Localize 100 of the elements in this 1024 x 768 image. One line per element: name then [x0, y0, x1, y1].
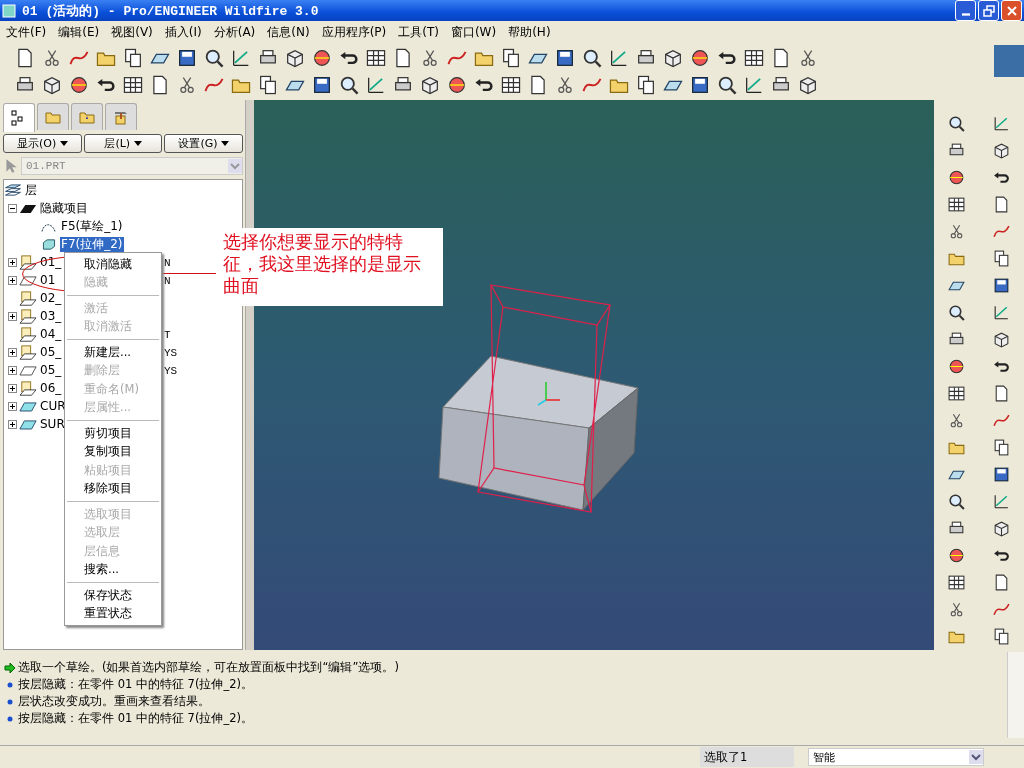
menu-item[interactable]: 窗口(W)	[450, 23, 497, 41]
minimize-icon	[961, 13, 970, 16]
magnifier-icon[interactable]	[947, 113, 966, 133]
expand-icon[interactable]	[8, 366, 17, 376]
cube-icon[interactable]	[662, 47, 684, 70]
cube-icon[interactable]	[992, 518, 1011, 538]
menu-item[interactable]: 新建层...	[65, 342, 161, 362]
tree-item[interactable]: F7(拉伸_2)	[60, 237, 124, 253]
axes-drawing	[537, 381, 561, 406]
menu-item[interactable]: 重置状态	[65, 604, 161, 623]
tree-item[interactable]: SUR	[39, 417, 66, 433]
layer-icon	[19, 254, 37, 271]
tree-item[interactable]: 03_	[39, 309, 63, 325]
expand-icon[interactable]	[8, 348, 17, 358]
tree-item-text: N	[164, 274, 171, 287]
scroll-bar[interactable]	[1007, 651, 1024, 738]
cube-icon[interactable]	[992, 140, 1011, 160]
expand-icon[interactable]	[8, 312, 17, 322]
dropdown-button[interactable]: 层(L)	[83, 133, 163, 153]
menu-item[interactable]: 帮助(H)	[508, 23, 551, 41]
navigator-tab[interactable]	[105, 102, 137, 130]
copy-icon[interactable]	[500, 47, 522, 70]
expand-icon[interactable]	[8, 258, 17, 268]
tree-item[interactable]: 01_	[39, 255, 63, 271]
copy-icon[interactable]	[992, 248, 1011, 268]
tree-item[interactable]: 06_	[39, 381, 63, 397]
magnifier-icon[interactable]	[947, 302, 966, 322]
menu-item[interactable]: 工具(T)	[398, 23, 439, 41]
collapse-icon[interactable]	[8, 204, 17, 214]
cube-icon[interactable]	[41, 74, 63, 97]
menu-item[interactable]: 分析(A)	[213, 23, 256, 41]
restore-icon	[982, 4, 995, 17]
menu-item[interactable]: 移除项目	[65, 479, 161, 498]
expand-icon[interactable]	[8, 402, 17, 412]
cube-icon[interactable]	[419, 74, 441, 97]
tree-item[interactable]: 02_	[39, 291, 63, 307]
expand-icon[interactable]	[8, 420, 17, 430]
window-title: 01 (活动的) - Pro/ENGINEER Wildfire 3.0	[22, 2, 320, 20]
chevron-down-icon	[228, 158, 242, 173]
cube-icon[interactable]	[284, 47, 306, 70]
copy-icon[interactable]	[257, 74, 279, 97]
tree-item-text: YS	[164, 346, 178, 359]
surface-icon	[19, 418, 37, 432]
chevron-down-icon	[969, 750, 983, 765]
tree-item[interactable]: 04_	[39, 327, 63, 343]
tree-item[interactable]: 01	[39, 273, 57, 289]
caret-icon	[221, 141, 229, 147]
restore-button[interactable]	[978, 0, 999, 21]
close-button[interactable]	[1001, 0, 1022, 21]
annotation-arc	[22, 255, 64, 293]
layers-icon	[4, 184, 22, 198]
dropdown-button[interactable]: 显示(O)	[3, 133, 82, 153]
expand-icon[interactable]	[8, 276, 17, 286]
copy-icon[interactable]	[635, 74, 657, 97]
tree-item[interactable]: 隐藏项目	[39, 201, 89, 217]
app-icon	[2, 3, 16, 18]
minimize-button[interactable]	[955, 0, 976, 21]
menu-item[interactable]: 文件(F)	[6, 23, 47, 41]
magnifier-icon[interactable]	[338, 74, 360, 97]
menu-item[interactable]: 编辑(E)	[58, 23, 100, 41]
layer-icon	[19, 290, 37, 307]
extrude-icon	[40, 238, 58, 252]
menu-item[interactable]: 信息(N)	[267, 23, 310, 41]
menu-item[interactable]: 剪切项目	[65, 423, 161, 443]
menu-item[interactable]: 插入(I)	[164, 23, 202, 41]
magnifier-icon[interactable]	[947, 491, 966, 511]
layer-icon	[19, 380, 37, 397]
copy-icon[interactable]	[992, 626, 1011, 646]
magnifier-icon[interactable]	[716, 74, 738, 97]
surface-icon	[19, 400, 37, 414]
layer-icon	[19, 308, 37, 325]
tree-item[interactable]: 层	[24, 183, 38, 199]
copy-icon[interactable]	[122, 47, 144, 70]
caret-icon	[59, 141, 68, 147]
menu-item[interactable]: 取消隐藏	[65, 254, 161, 274]
hidden-layer-icon	[19, 202, 37, 216]
tree-item[interactable]: 05_	[39, 363, 63, 379]
cube-icon[interactable]	[797, 74, 819, 97]
magnifier-icon[interactable]	[203, 47, 225, 70]
menu-item[interactable]: 复制项目	[65, 442, 161, 461]
navigator-tab[interactable]	[3, 102, 35, 132]
menu-item[interactable]: 搜索...	[65, 560, 161, 579]
dropdown-button[interactable]: 设置(G)	[164, 133, 243, 153]
expand-icon[interactable]	[8, 384, 17, 394]
selection-count: 选取了1	[700, 747, 794, 768]
cube-icon[interactable]	[992, 329, 1011, 349]
menu-item[interactable]: 视图(V)	[111, 23, 153, 41]
menu-item[interactable]: 保存状态	[65, 585, 161, 605]
tree-item-text: N	[164, 256, 171, 269]
caret-icon	[133, 141, 142, 147]
plane-icon	[19, 274, 37, 288]
message-text: 层状态改变成功。重画来查看结果。	[18, 694, 210, 710]
copy-icon[interactable]	[992, 437, 1011, 457]
tree-item[interactable]: 05_	[39, 345, 63, 361]
plane-icon	[19, 364, 37, 378]
filter-dropdown[interactable]: 智能	[808, 748, 984, 767]
menu-item[interactable]: 应用程序(P)	[321, 23, 387, 41]
message-text: 按层隐藏：在零件 01 中的特征 7(拉伸_2)。	[18, 677, 253, 693]
magnifier-icon[interactable]	[581, 47, 603, 70]
tree-item[interactable]: F5(草绘_1)	[60, 219, 124, 235]
